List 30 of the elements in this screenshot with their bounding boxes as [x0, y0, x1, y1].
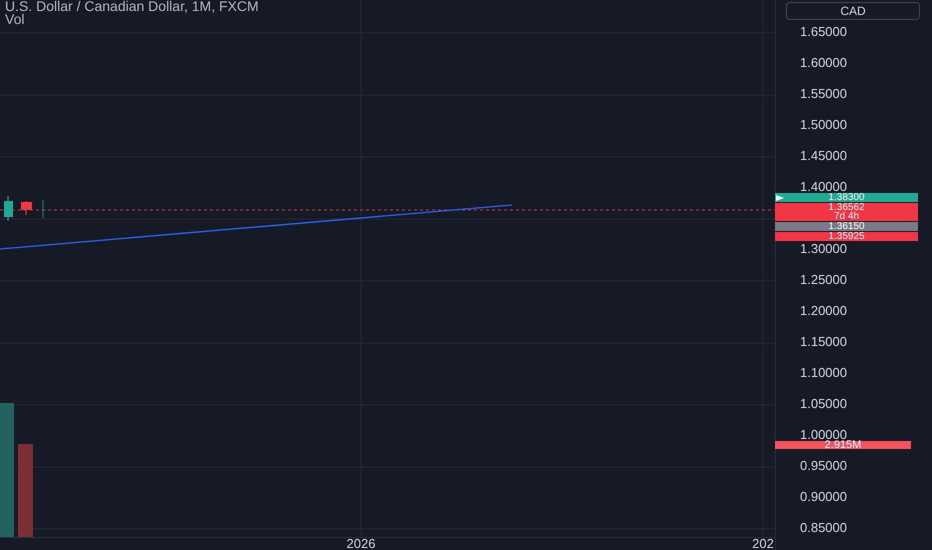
study-label[interactable]: Vol [5, 13, 259, 26]
price-tick-label: 1.20000 [800, 305, 847, 316]
price-tick-label: 1.50000 [800, 119, 847, 130]
price-tick-label: 1.15000 [800, 336, 847, 347]
price-tick-label: 1.45000 [800, 150, 847, 161]
price-tick-label: 1.05000 [800, 398, 847, 409]
price-tick-label: 1.10000 [800, 367, 847, 378]
volume-price-label: 2.915M [775, 441, 911, 449]
time-tick-label: 202 [752, 537, 774, 550]
candlestick [4, 196, 13, 222]
price-label: 1.38300 [775, 193, 918, 202]
price-tick-label: 1.00000 [800, 429, 847, 440]
price-label: 1.36150 [775, 222, 918, 231]
price-tick-label: 1.60000 [800, 57, 847, 68]
price-tick-label: 1.25000 [800, 274, 847, 285]
price-tick-label: 1.40000 [800, 181, 847, 192]
currency-button[interactable]: CAD [786, 2, 920, 20]
price-tick-label: 1.55000 [800, 88, 847, 99]
price-tick-label: 0.90000 [800, 491, 847, 502]
price-tick-label: 1.65000 [800, 26, 847, 37]
price-tick-label: 0.85000 [800, 522, 847, 533]
chart-title: U.S. Dollar / Canadian Dollar, 1M, FXCM [5, 0, 259, 13]
price-tick-label: 1.30000 [800, 243, 847, 254]
trend-line[interactable] [0, 204, 512, 250]
time-tick-label: 2026 [346, 537, 376, 550]
price-label: 1.36562 7d 4h [775, 203, 918, 221]
price-tick-label: 0.95000 [800, 460, 847, 471]
price-label: 1.35925 [775, 232, 918, 241]
candlestick [42, 200, 44, 218]
candlestick [21, 200, 32, 216]
